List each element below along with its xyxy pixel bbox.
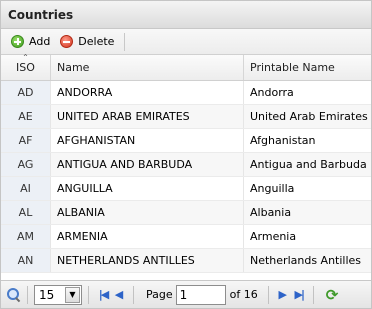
cell-name: UNITED ARAB EMIRATES	[51, 105, 244, 128]
last-page-icon[interactable]: ▶|	[291, 288, 307, 301]
cell-printable-name: Afghanistan	[250, 134, 316, 147]
table-row[interactable]: AN NETHERLANDS ANTILLES Netherlands Anti…	[1, 249, 371, 273]
column-header-name[interactable]: Name	[51, 55, 244, 80]
cell-iso: AD	[1, 81, 51, 104]
first-page-icon[interactable]: |◀	[95, 288, 111, 301]
cell-name: ALBANIA	[51, 201, 244, 224]
refresh-icon[interactable]: ⟳	[326, 286, 339, 304]
delete-button[interactable]: Delete	[56, 33, 118, 50]
chevron-down-icon[interactable]: ▼	[65, 286, 80, 303]
panel-title: Countries	[1, 1, 371, 29]
toolbar-separator	[124, 32, 126, 51]
pager-separator	[267, 285, 269, 304]
cell-printable-name: Anguilla	[250, 182, 295, 195]
minus-circle-icon	[60, 35, 74, 48]
page-size-value: 15	[39, 287, 55, 302]
pager-separator	[27, 285, 28, 304]
page-size-select[interactable]: 15 ▼	[34, 284, 82, 305]
cell-name: ANTIGUA AND BARBUDA	[51, 153, 244, 176]
cell-iso: AG	[1, 153, 51, 176]
cell-iso: AI	[1, 177, 51, 200]
search-icon[interactable]	[7, 287, 21, 302]
sort-indicator-icon: ⌃	[22, 53, 29, 62]
pagination-bar: 15 ▼ |◀ ◀ Page of 16 ▶ ▶| ⟳	[1, 280, 371, 308]
table-row[interactable]: AF AFGHANISTAN Afghanistan	[1, 129, 371, 153]
cell-name: ARMENIA	[51, 225, 244, 248]
column-header-printable-name[interactable]: Printable Name	[244, 55, 371, 80]
pager-separator	[312, 285, 314, 304]
cell-name: ANGUILLA	[51, 177, 244, 200]
table-row[interactable]: AD ANDORRA Andorra	[1, 81, 371, 105]
pager-separator	[88, 285, 89, 304]
cell-iso: AE	[1, 105, 51, 128]
cell-iso: AF	[1, 129, 51, 152]
cell-name: NETHERLANDS ANTILLES	[51, 249, 244, 272]
toolbar: Add Delete	[1, 29, 371, 55]
cell-printable-name: Albania	[250, 206, 292, 219]
plus-circle-icon	[11, 35, 24, 48]
add-button[interactable]: Add	[7, 33, 54, 50]
next-page-icon[interactable]: ▶	[275, 288, 291, 301]
table-row[interactable]: AM ARMENIA Armenia	[1, 225, 371, 249]
add-button-label: Add	[29, 35, 51, 48]
table-row[interactable]: AI ANGUILLA Anguilla	[1, 177, 371, 201]
cell-printable-name: United Arab Emirates	[250, 110, 368, 123]
page-label: Page	[146, 288, 173, 301]
cell-iso: AN	[1, 249, 51, 272]
cell-printable-name: Andorra	[250, 86, 294, 99]
page-count-label: of 16	[229, 288, 258, 301]
pager-separator	[133, 285, 134, 304]
prev-page-icon[interactable]: ◀	[111, 288, 127, 301]
cell-printable-name: Antigua and Barbuda	[250, 158, 367, 171]
table-row[interactable]: AE UNITED ARAB EMIRATES United Arab Emir…	[1, 105, 371, 129]
cell-iso: AM	[1, 225, 51, 248]
cell-printable-name: Armenia	[250, 230, 297, 243]
page-number-input[interactable]	[175, 284, 226, 305]
cell-iso: AL	[1, 201, 51, 224]
cell-printable-name: Netherlands Antilles	[250, 254, 362, 267]
cell-name: ANDORRA	[51, 81, 244, 104]
column-header-iso[interactable]: ⌃ ISO	[1, 53, 51, 80]
cell-name: AFGHANISTAN	[51, 129, 244, 152]
grid-header: ⌃ ISO Name Printable Name	[1, 53, 371, 81]
table-row[interactable]: AG ANTIGUA AND BARBUDA Antigua and Barbu…	[1, 153, 371, 177]
table-row[interactable]: AL ALBANIA Albania	[1, 201, 371, 225]
countries-panel: Countries Add Delete ⌃ ISO Name Printabl…	[0, 0, 372, 309]
delete-button-label: Delete	[78, 35, 115, 48]
grid-body: AD ANDORRA Andorra AE UNITED ARAB EMIRAT…	[1, 81, 371, 273]
countries-grid: ⌃ ISO Name Printable Name AD ANDORRA And…	[1, 53, 371, 273]
